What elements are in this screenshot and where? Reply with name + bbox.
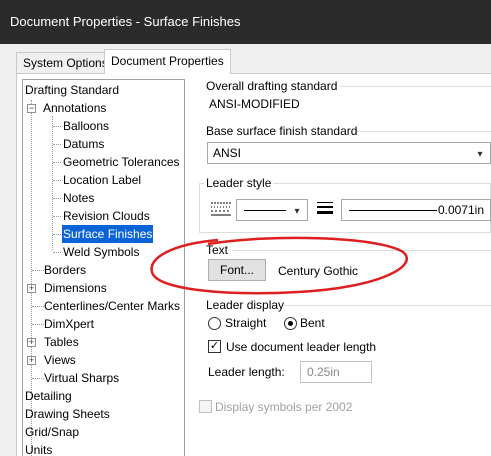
display-symbols-2002-label: Display symbols per 2002 bbox=[215, 400, 353, 414]
tree-item-virtual-sharps[interactable]: Virtual Sharps bbox=[44, 369, 119, 387]
tree-item-geometric-tolerances[interactable]: Geometric Tolerances bbox=[63, 153, 180, 171]
tree-item-detailing[interactable]: Detailing bbox=[25, 387, 72, 405]
tree-item-views[interactable]: Views bbox=[44, 351, 76, 369]
tree-item-borders[interactable]: Borders bbox=[44, 261, 86, 279]
leader-length-label: Leader length: bbox=[208, 365, 285, 379]
solid-line-swatch bbox=[244, 210, 286, 211]
tree-item-notes[interactable]: Notes bbox=[63, 189, 94, 207]
tree-item-dimensions[interactable]: Dimensions bbox=[44, 279, 107, 297]
overall-standard-label: Overall drafting standard bbox=[206, 79, 338, 93]
tab-label: Document Properties bbox=[111, 54, 224, 68]
bent-radio[interactable] bbox=[284, 317, 297, 330]
tree-connector bbox=[52, 116, 53, 250]
use-document-leader-length-checkbox[interactable]: ✓ bbox=[208, 340, 221, 353]
line-style-icon bbox=[210, 201, 232, 217]
tree-item-surface-finishes[interactable]: Surface Finishes bbox=[62, 225, 154, 243]
chevron-down-icon: ▾ bbox=[294, 206, 300, 217]
expand-icon[interactable]: + bbox=[27, 284, 36, 293]
tree-item-centerlines-center-marks[interactable]: Centerlines/Center Marks bbox=[44, 297, 180, 315]
display-symbols-2002-checkbox[interactable] bbox=[199, 400, 212, 413]
base-standard-label: Base surface finish standard bbox=[206, 124, 358, 138]
use-document-leader-length-label: Use document leader length bbox=[226, 340, 377, 354]
tree-item-drafting-standard[interactable]: Drafting Standard bbox=[25, 81, 119, 99]
tree-item-weld-symbols[interactable]: Weld Symbols bbox=[63, 243, 139, 261]
expand-icon[interactable]: + bbox=[27, 338, 36, 347]
tree-item-tables[interactable]: Tables bbox=[44, 333, 79, 351]
line-thickness-value: 0.0071in bbox=[437, 203, 484, 217]
straight-label: Straight bbox=[225, 316, 267, 330]
tree-item-revision-clouds[interactable]: Revision Clouds bbox=[63, 207, 150, 225]
tree-item-datums[interactable]: Datums bbox=[63, 135, 104, 153]
bent-label: Bent bbox=[300, 316, 325, 330]
window-title-bar: Document Properties - Surface Finishes bbox=[0, 0, 491, 44]
tab-document-properties[interactable]: Document Properties bbox=[104, 49, 231, 74]
expand-icon[interactable]: + bbox=[27, 356, 36, 365]
tree-item-annotations[interactable]: Annotations bbox=[43, 99, 106, 117]
base-standard-value: ANSI bbox=[213, 146, 242, 160]
tree-item-grid-snap[interactable]: Grid/Snap bbox=[25, 423, 79, 441]
leader-style-label: Leader style bbox=[204, 176, 274, 190]
tree-item-balloons[interactable]: Balloons bbox=[63, 117, 109, 135]
tree-item-location-label[interactable]: Location Label bbox=[63, 171, 141, 189]
line-style-dropdown[interactable]: ▾ bbox=[236, 199, 308, 221]
window-title: Document Properties - Surface Finishes bbox=[10, 14, 241, 29]
line-thickness-dropdown[interactable]: 0.0071in bbox=[341, 199, 491, 221]
tree-item-drawing-sheets[interactable]: Drawing Sheets bbox=[25, 405, 110, 423]
chevron-down-icon: ▾ bbox=[477, 149, 483, 160]
base-standard-dropdown[interactable]: ANSI ▾ bbox=[207, 142, 491, 164]
annotation-ellipse bbox=[148, 232, 413, 298]
thin-line-swatch bbox=[349, 210, 437, 211]
tab-system-options[interactable]: System Options bbox=[16, 52, 115, 74]
overall-standard-value: ANSI-MODIFIED bbox=[209, 97, 300, 111]
tree-item-units[interactable]: Units bbox=[25, 441, 52, 456]
collapse-icon[interactable]: − bbox=[27, 104, 36, 113]
leader-length-input[interactable]: 0.25in bbox=[300, 361, 372, 383]
tree-item-dimxpert[interactable]: DimXpert bbox=[44, 315, 94, 333]
tab-strip: System Options Document Properties bbox=[0, 44, 491, 74]
straight-radio[interactable] bbox=[208, 317, 221, 330]
line-thickness-icon bbox=[316, 201, 334, 217]
leader-display-label: Leader display bbox=[206, 298, 285, 312]
tab-label: System Options bbox=[23, 56, 108, 70]
